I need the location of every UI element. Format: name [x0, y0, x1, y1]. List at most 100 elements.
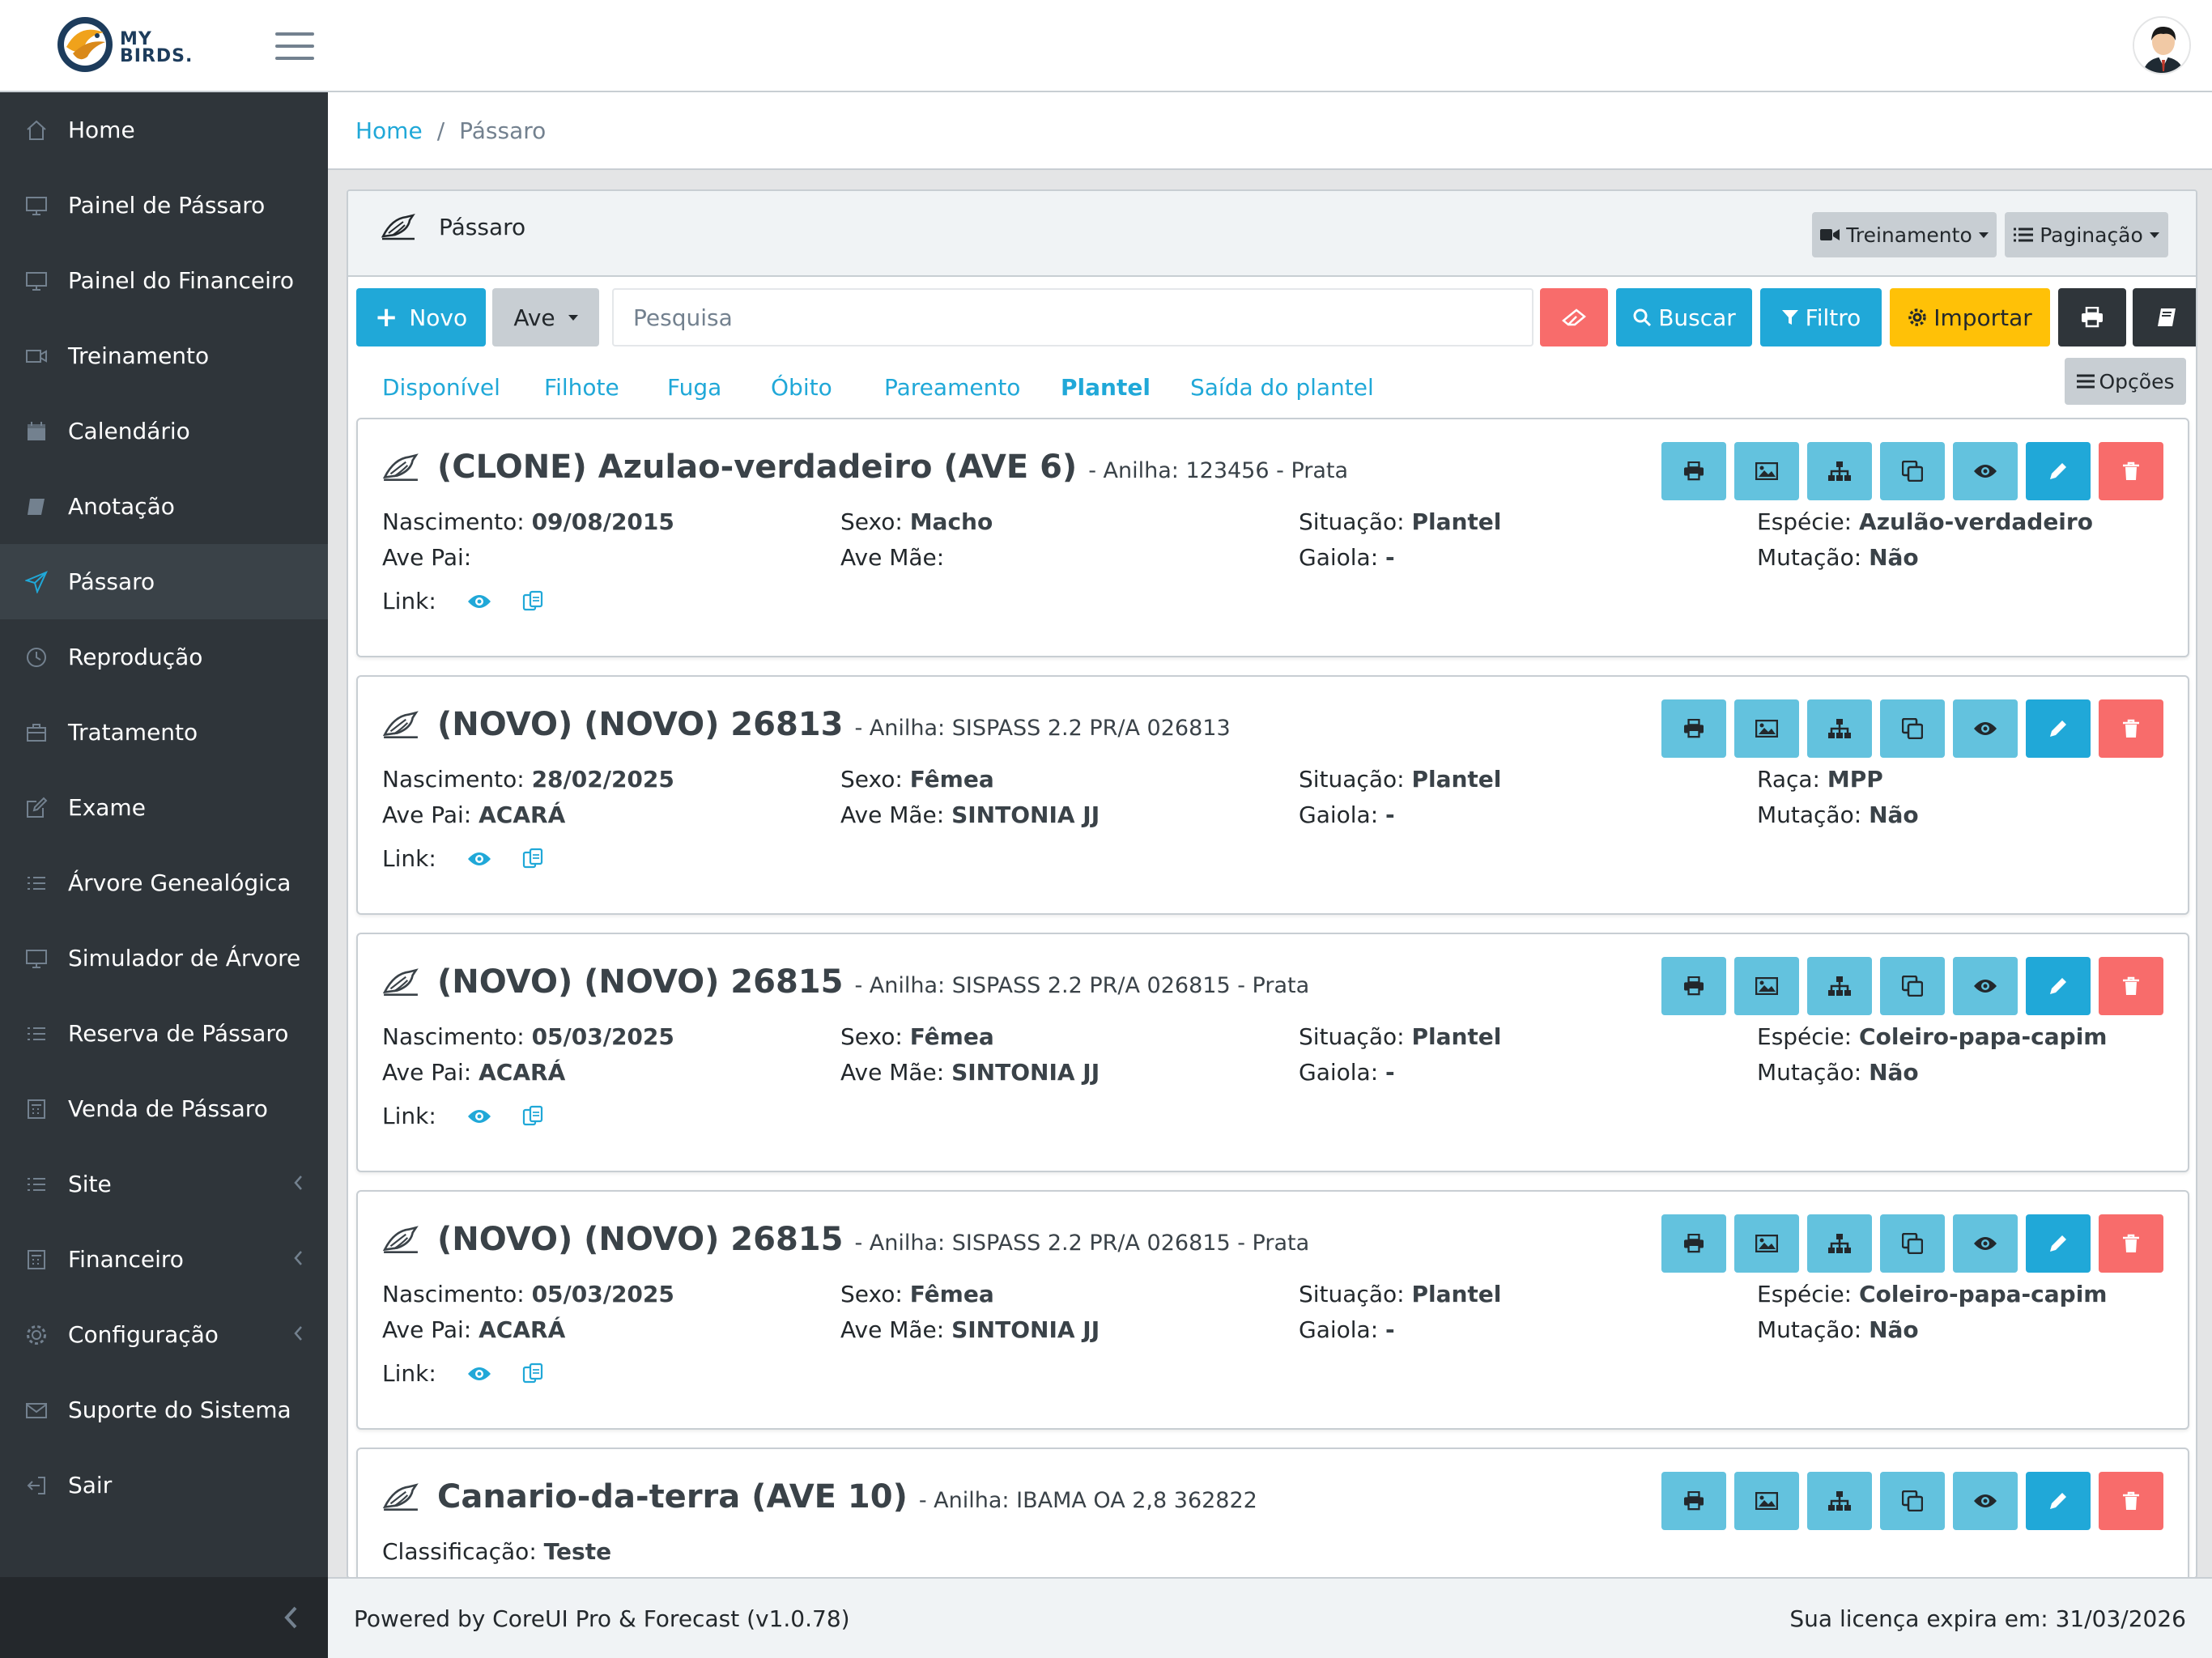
sidebar-item-exame[interactable]: Exame: [0, 770, 328, 845]
sidebar-item-simulador-arvore[interactable]: Simulador de Árvore: [0, 920, 328, 996]
print-button[interactable]: [2058, 288, 2126, 346]
sidebar-item-painel-passaro[interactable]: Painel de Pássaro: [0, 168, 328, 243]
breadcrumb-home-link[interactable]: Home: [355, 117, 423, 144]
sidebar-item-home[interactable]: Home: [0, 92, 328, 168]
genealogy-bird-button[interactable]: [1807, 699, 1872, 758]
view-bird-button[interactable]: [1953, 1472, 2018, 1530]
sidebar-item-financeiro[interactable]: Financeiro: [0, 1222, 328, 1297]
nascimento-field: Nascimento: 09/08/2015: [382, 508, 674, 535]
sidebar-item-reproducao[interactable]: Reprodução: [0, 619, 328, 695]
sidebar-item-anotacao[interactable]: Anotação: [0, 469, 328, 544]
edit-bird-button[interactable]: [2026, 442, 2091, 500]
print-bird-button[interactable]: [1661, 442, 1726, 500]
sidebar-item-suporte[interactable]: Suporte do Sistema: [0, 1372, 328, 1448]
tab-plantel[interactable]: Plantel: [1061, 374, 1151, 401]
bird-name[interactable]: Canario-da-terra (AVE 10): [437, 1478, 908, 1516]
genealogy-bird-button[interactable]: [1807, 1214, 1872, 1273]
brand-logo[interactable]: MY BIRDS.: [55, 15, 201, 79]
bird-card: (NOVO) (NOVO) 26813 - Anilha: SISPASS 2.…: [356, 675, 2189, 915]
sidebar-item-treinamento[interactable]: Treinamento: [0, 318, 328, 393]
sidebar-minimizer-button[interactable]: [0, 1577, 328, 1658]
tab-fuga[interactable]: Fuga: [667, 374, 721, 401]
eye-icon[interactable]: [467, 1108, 491, 1124]
copy-link-icon[interactable]: [522, 590, 545, 613]
nascimento-field: Nascimento: 28/02/2025: [382, 766, 674, 793]
image-bird-button[interactable]: [1734, 699, 1799, 758]
view-bird-button[interactable]: [1953, 442, 2018, 500]
print-bird-button[interactable]: [1661, 1214, 1726, 1273]
print-bird-button[interactable]: [1661, 957, 1726, 1015]
edit-bird-button[interactable]: [2026, 957, 2091, 1015]
sidebar-item-passaro[interactable]: Pássaro: [0, 544, 328, 619]
image-bird-button[interactable]: [1734, 1472, 1799, 1530]
delete-bird-button[interactable]: [2099, 1214, 2163, 1273]
edit-bird-button[interactable]: [2026, 1214, 2091, 1273]
view-bird-button[interactable]: [1953, 699, 2018, 758]
bird-name[interactable]: (NOVO) (NOVO) 26813: [437, 706, 843, 743]
eye-icon[interactable]: [467, 593, 491, 610]
clone-bird-button[interactable]: [1880, 1472, 1945, 1530]
genealogy-bird-button[interactable]: [1807, 442, 1872, 500]
tab-pareamento[interactable]: Pareamento: [884, 374, 1020, 401]
importar-button[interactable]: Importar: [1890, 288, 2050, 346]
view-bird-button[interactable]: [1953, 1214, 2018, 1273]
eye-icon[interactable]: [467, 1366, 491, 1382]
user-avatar[interactable]: [2133, 16, 2191, 74]
sidebar-item-reserva-passaro[interactable]: Reserva de Pássaro: [0, 996, 328, 1071]
edit-bird-button[interactable]: [2026, 1472, 2091, 1530]
gaiola-field-value: -: [1385, 1316, 1395, 1343]
image-bird-button[interactable]: [1734, 957, 1799, 1015]
list-icon: [2014, 227, 2034, 242]
genealogy-bird-button[interactable]: [1807, 957, 1872, 1015]
ave-dropdown-button[interactable]: Ave: [492, 288, 599, 346]
buscar-button[interactable]: Buscar: [1616, 288, 1752, 346]
sidebar-item-sair[interactable]: Sair: [0, 1448, 328, 1523]
delete-bird-button[interactable]: [2099, 442, 2163, 500]
book-button[interactable]: [2133, 288, 2196, 346]
print-bird-button[interactable]: [1661, 1472, 1726, 1530]
novo-button[interactable]: + Novo: [356, 288, 486, 346]
delete-bird-button[interactable]: [2099, 957, 2163, 1015]
clear-search-button[interactable]: [1540, 288, 1608, 346]
image-bird-button[interactable]: [1734, 1214, 1799, 1273]
tab-saida-plantel[interactable]: Saída do plantel: [1190, 374, 1374, 401]
situacao-field: Situação: Plantel: [1299, 1281, 1501, 1307]
print-bird-button[interactable]: [1661, 699, 1726, 758]
image-bird-button[interactable]: [1734, 442, 1799, 500]
eye-icon: [1974, 465, 1997, 478]
genealogy-bird-button[interactable]: [1807, 1472, 1872, 1530]
sidebar-item-venda-passaro[interactable]: Venda de Pássaro: [0, 1071, 328, 1146]
copy-link-icon[interactable]: [522, 1105, 545, 1128]
sidebar-item-painel-financeiro[interactable]: Painel do Financeiro: [0, 243, 328, 318]
bird-name[interactable]: (CLONE) Azulao-verdadeiro (AVE 6): [437, 449, 1077, 486]
sidebar-item-calendario[interactable]: Calendário: [0, 393, 328, 469]
search-input[interactable]: [612, 288, 1534, 346]
delete-bird-button[interactable]: [2099, 699, 2163, 758]
delete-bird-button[interactable]: [2099, 1472, 2163, 1530]
opcoes-button[interactable]: Opções: [2065, 358, 2186, 405]
copy-link-icon[interactable]: [522, 848, 545, 870]
sidebar-item-configuracao[interactable]: Configuração: [0, 1297, 328, 1372]
copy-link-icon[interactable]: [522, 1363, 545, 1385]
treinamento-dropdown-button[interactable]: Treinamento: [1812, 212, 1997, 257]
sidebar-item-site[interactable]: Site: [0, 1146, 328, 1222]
sidebar-item-arvore-genealogica[interactable]: Árvore Genealógica: [0, 845, 328, 920]
clone-bird-button[interactable]: [1880, 1214, 1945, 1273]
sidebar-item-tratamento[interactable]: Tratamento: [0, 695, 328, 770]
tab-disponivel[interactable]: Disponível: [382, 374, 500, 401]
edit-bird-button[interactable]: [2026, 699, 2091, 758]
eye-icon[interactable]: [467, 851, 491, 867]
paginacao-dropdown-button[interactable]: Paginação: [2005, 212, 2168, 257]
tab-filhote[interactable]: Filhote: [544, 374, 619, 401]
tab-obito[interactable]: Óbito: [771, 374, 832, 401]
clone-bird-button[interactable]: [1880, 442, 1945, 500]
sidebar-toggle-hamburger-icon[interactable]: [275, 32, 314, 60]
clone-bird-button[interactable]: [1880, 957, 1945, 1015]
view-bird-button[interactable]: [1953, 957, 2018, 1015]
ave-pai-field-value: ACARÁ: [479, 801, 566, 828]
filtro-button[interactable]: Filtro: [1760, 288, 1882, 346]
bird-name[interactable]: (NOVO) (NOVO) 26815: [437, 963, 843, 1001]
bird-name[interactable]: (NOVO) (NOVO) 26815: [437, 1221, 843, 1258]
especie-field: Raça: MPP: [1757, 766, 1883, 793]
clone-bird-button[interactable]: [1880, 699, 1945, 758]
